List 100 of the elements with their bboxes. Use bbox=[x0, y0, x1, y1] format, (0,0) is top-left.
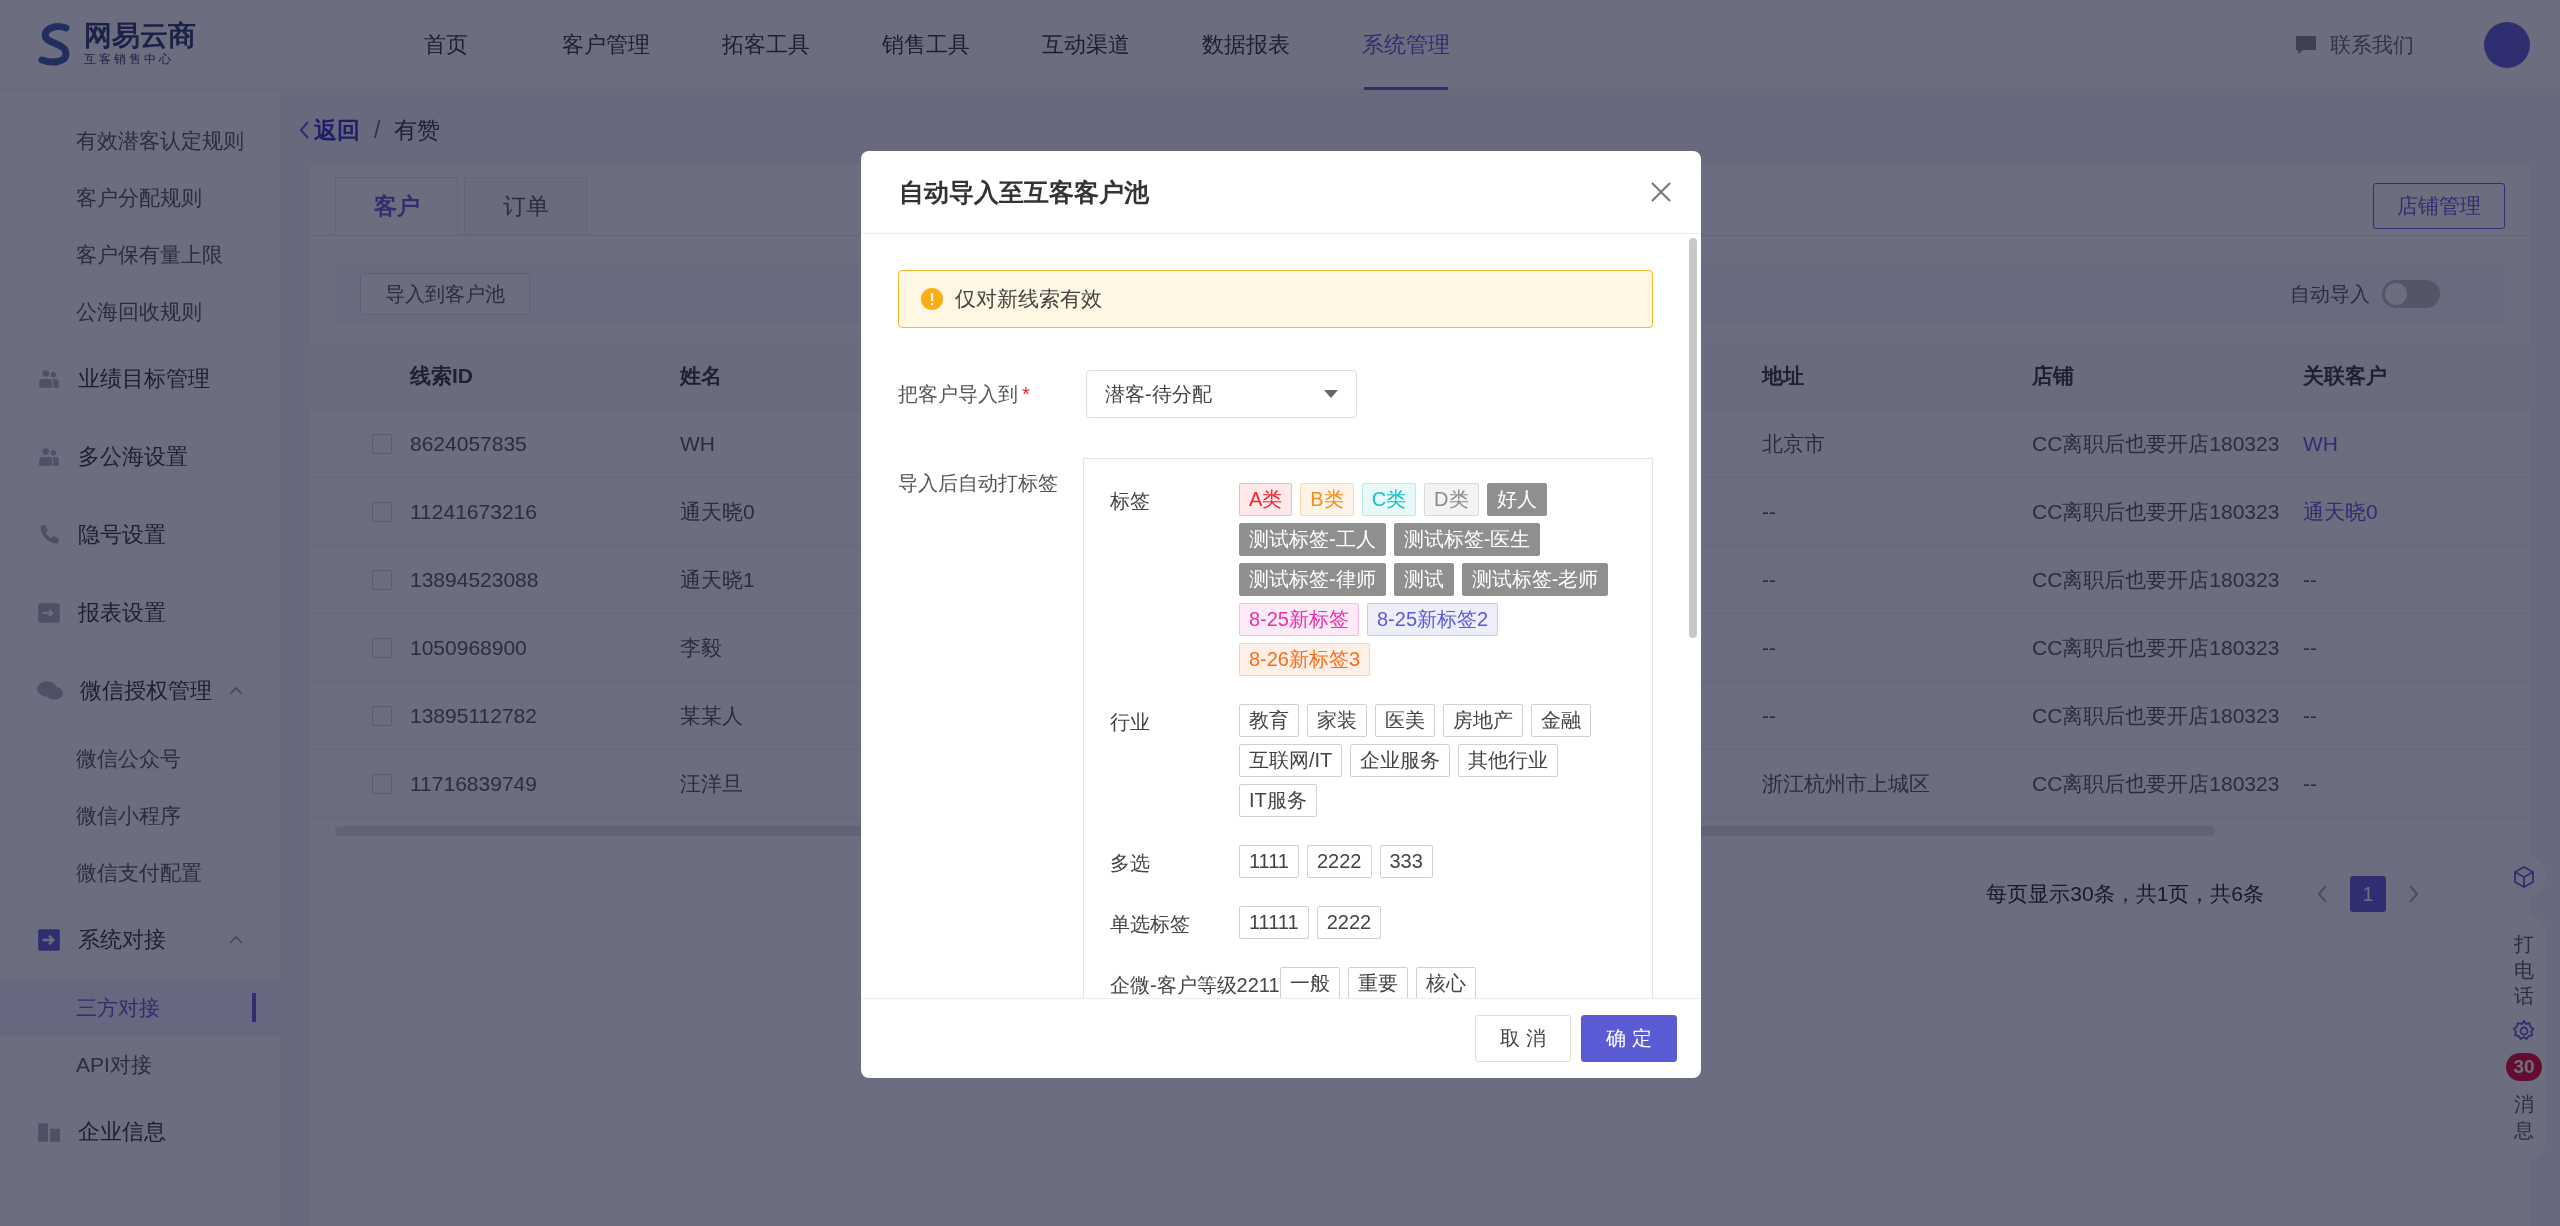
sidebar-group[interactable]: 系统对接 bbox=[0, 901, 280, 979]
tag[interactable]: C类 bbox=[1361, 483, 1417, 516]
sidebar-group-label: 微信授权管理 bbox=[80, 677, 212, 705]
customer-link[interactable]: WH bbox=[2303, 410, 2530, 478]
contact-link[interactable]: 联系我们 bbox=[2294, 30, 2414, 59]
sidebar-group[interactable]: 微信授权管理 bbox=[0, 652, 280, 730]
tag[interactable]: 2222 bbox=[1316, 906, 1382, 939]
tag[interactable]: B类 bbox=[1300, 483, 1354, 516]
table-cell: -- bbox=[2303, 750, 2530, 818]
table-cell: CC离职后也要开店180323 bbox=[2032, 546, 2303, 614]
tag[interactable]: 测试 bbox=[1393, 563, 1454, 596]
next-page-button[interactable] bbox=[2408, 884, 2420, 904]
sidebar-group[interactable]: 报表设置 bbox=[0, 574, 280, 652]
store-management-button[interactable]: 店铺管理 bbox=[2373, 182, 2505, 229]
customer-link[interactable]: 通天晓0 bbox=[2303, 478, 2530, 546]
tag-group-label: 标签 bbox=[1109, 489, 1151, 514]
tag-group-label: 单选标签 bbox=[1109, 912, 1191, 937]
nav-item[interactable]: 互动渠道 bbox=[1006, 0, 1166, 90]
tag[interactable]: 1111 bbox=[1238, 845, 1299, 878]
tag[interactable]: 互联网/IT bbox=[1238, 744, 1343, 777]
nav-item[interactable]: 销售工具 bbox=[846, 0, 1006, 90]
sidebar-group[interactable]: 企业信息 bbox=[0, 1093, 280, 1171]
nav-item[interactable]: 数据报表 bbox=[1166, 0, 1326, 90]
sidebar-item[interactable]: 客户分配规则 bbox=[0, 169, 280, 226]
table-cell: -- bbox=[2303, 682, 2530, 750]
call-button[interactable]: 打电话 bbox=[2514, 931, 2534, 1009]
table-cell: 8624057835 bbox=[410, 410, 680, 478]
sidebar-item[interactable]: 微信小程序 bbox=[0, 787, 280, 844]
tag[interactable]: 金融 bbox=[1530, 704, 1591, 737]
back-link[interactable]: 返回 bbox=[298, 114, 360, 146]
tag[interactable]: 测试标签-老师 bbox=[1461, 563, 1609, 596]
avatar[interactable] bbox=[2484, 21, 2530, 68]
tag[interactable]: 333 bbox=[1379, 845, 1433, 878]
tag[interactable]: 重要 bbox=[1347, 967, 1408, 998]
tag[interactable]: 家装 bbox=[1306, 704, 1367, 737]
tab[interactable]: 订单 bbox=[464, 177, 587, 235]
sidebar-group-label: 隐号设置 bbox=[78, 521, 166, 549]
nav-item[interactable]: 客户管理 bbox=[526, 0, 686, 90]
prev-page-button[interactable] bbox=[2316, 884, 2328, 904]
sidebar-item[interactable]: 客户保有量上限 bbox=[0, 226, 280, 283]
pagination-summary: 每页显示30条，共1页，共6条 bbox=[1986, 881, 2264, 907]
tag[interactable]: 房地产 bbox=[1442, 704, 1523, 737]
logo-subtitle: 互客销售中心 bbox=[84, 51, 175, 69]
import-button[interactable]: 导入到客户池 bbox=[360, 273, 530, 315]
sidebar-item[interactable]: 有效潜客认定规则 bbox=[0, 112, 280, 169]
tag[interactable]: 其他行业 bbox=[1458, 744, 1559, 777]
tag[interactable]: 好人 bbox=[1486, 483, 1547, 516]
tag[interactable]: 8-26新标签3 bbox=[1238, 643, 1371, 676]
tag[interactable]: 测试标签-律师 bbox=[1238, 563, 1386, 596]
tag[interactable]: A类 bbox=[1238, 483, 1293, 516]
tag[interactable]: 医美 bbox=[1374, 704, 1435, 737]
cancel-button[interactable]: 取 消 bbox=[1475, 1015, 1571, 1062]
breadcrumb-current: 有赞 bbox=[394, 115, 441, 145]
sidebar-item[interactable]: 三方对接 bbox=[0, 979, 280, 1036]
tag[interactable]: IT服务 bbox=[1238, 784, 1317, 817]
back-label: 返回 bbox=[314, 115, 360, 145]
chat-icon bbox=[2294, 33, 2318, 56]
nav-item[interactable]: 系统管理 bbox=[1326, 0, 1486, 90]
auto-import-switch[interactable] bbox=[2382, 280, 2440, 308]
tab[interactable]: 客户 bbox=[335, 177, 458, 235]
sidebar-group[interactable]: 多公海设置 bbox=[0, 418, 280, 496]
notice-text: 仅对新线索有效 bbox=[955, 286, 1102, 312]
tag[interactable]: D类 bbox=[1424, 483, 1479, 516]
auto-import-label: 自动导入 bbox=[2290, 281, 2370, 307]
tag[interactable]: 2222 bbox=[1307, 845, 1372, 878]
table-cell: 13895112782 bbox=[410, 682, 680, 750]
sidebar-item[interactable]: 微信公众号 bbox=[0, 730, 280, 787]
target-select[interactable]: 潜客-待分配 bbox=[1086, 370, 1357, 418]
sidebar-group-label: 企业信息 bbox=[78, 1118, 166, 1146]
tag[interactable]: 教育 bbox=[1238, 704, 1299, 737]
sidebar-group-label: 系统对接 bbox=[78, 926, 166, 954]
sidebar-item[interactable]: 公海回收规则 bbox=[0, 283, 280, 340]
sidebar-group[interactable]: 业绩目标管理 bbox=[0, 340, 280, 418]
messages-button[interactable]: 消息 bbox=[2514, 1091, 2534, 1143]
cube-icon bbox=[2512, 865, 2536, 889]
tag[interactable]: 核心 bbox=[1415, 967, 1476, 998]
sidebar-group[interactable]: 隐号设置 bbox=[0, 496, 280, 574]
tag[interactable]: 8-25新标签2 bbox=[1367, 603, 1499, 636]
sidebar-item[interactable]: API对接 bbox=[0, 1036, 280, 1093]
table-cell: CC离职后也要开店180323 bbox=[2032, 410, 2303, 478]
tag-group-label: 多选 bbox=[1109, 851, 1151, 876]
table-cell: 北京市 bbox=[1762, 410, 2032, 478]
tag-group-label: 企微-客户等级2211 bbox=[1109, 973, 1280, 998]
table-cell: CC离职后也要开店180323 bbox=[2032, 682, 2303, 750]
tag[interactable]: 8-25新标签 bbox=[1238, 603, 1359, 636]
table-cell: 1050968900 bbox=[410, 614, 680, 682]
tag[interactable]: 企业服务 bbox=[1350, 744, 1451, 777]
vertical-scrollbar[interactable] bbox=[1689, 238, 1697, 638]
sidebar-group-label: 报表设置 bbox=[78, 599, 166, 627]
nav-item[interactable]: 首页 bbox=[366, 0, 526, 90]
message-count-badge: 30 bbox=[2506, 1053, 2542, 1081]
tag[interactable]: 一般 bbox=[1279, 967, 1340, 998]
confirm-button[interactable]: 确 定 bbox=[1581, 1015, 1677, 1062]
tag[interactable]: 11111 bbox=[1238, 906, 1309, 939]
tag[interactable]: 测试标签-工人 bbox=[1238, 523, 1386, 556]
required-mark: * bbox=[1022, 382, 1030, 405]
nav-item[interactable]: 拓客工具 bbox=[686, 0, 846, 90]
table-cell: 11716839749 bbox=[410, 750, 680, 818]
tag[interactable]: 测试标签-医生 bbox=[1393, 523, 1541, 556]
sidebar-item[interactable]: 微信支付配置 bbox=[0, 844, 280, 901]
